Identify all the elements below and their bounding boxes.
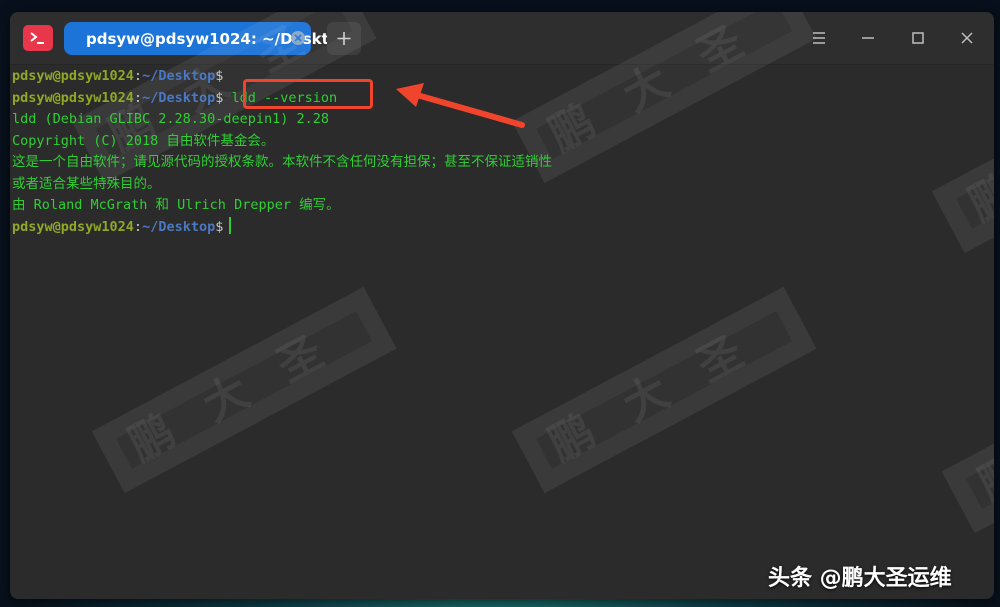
annotation-arrow-icon: [396, 83, 525, 128]
output-line: 由 Roland McGrath 和 Ulrich Drepper 编写。: [12, 197, 340, 213]
prompt-user: pdsyw@pdsyw1024: [12, 89, 134, 106]
output-line: ldd (Debian GLIBC 2.28.30-deepin1) 2.28: [12, 111, 329, 127]
credit-text: 头条 @鹏大圣运维: [768, 566, 952, 591]
prompt-colon: :: [133, 68, 143, 84]
watermark: 鹏大圣: [941, 326, 994, 533]
minimize-icon[interactable]: [856, 26, 880, 50]
terminal-area[interactable]: 鹏大圣 鹏大圣 鹏大圣 鹏大圣 鹏大圣 鹏大圣 pdsyw@pdsyw1024:…: [10, 12, 994, 599]
maximize-icon[interactable]: [906, 26, 930, 50]
output-line: 或者适合某些特殊目的。: [12, 175, 161, 192]
prompt-colon: :: [133, 89, 143, 106]
prompt-user: pdsyw@pdsyw1024: [12, 68, 134, 84]
watermark: 鹏大圣: [931, 46, 994, 253]
terminal-window: pdsyw@pdsyw1024: ~/Desktop 鹏大圣 鹏大圣 鹏大圣 鹏…: [10, 12, 994, 599]
prompt-path: ~/Desktop: [142, 68, 216, 84]
close-icon[interactable]: [955, 26, 979, 50]
annotation-highlight-box: [243, 79, 373, 109]
text-cursor: [229, 216, 232, 234]
watermark: 鹏大圣: [91, 286, 397, 493]
prompt-line: pdsyw@pdsyw1024:~/Desktop$: [12, 216, 232, 239]
output-line: Copyright (C) 2018 自由软件基金会。: [12, 132, 275, 149]
prompt-path: ~/Desktop: [142, 218, 216, 235]
titlebar: pdsyw@pdsyw1024: ~/Desktop: [10, 12, 994, 65]
prompt-line: pdsyw@pdsyw1024:~/Desktop$: [12, 66, 223, 88]
terminal-icon[interactable]: [23, 25, 53, 51]
watermark: 鹏大圣: [511, 286, 817, 493]
prompt-user: pdsyw@pdsyw1024: [12, 218, 134, 235]
prompt-dollar: $: [215, 218, 224, 235]
prompt-colon: :: [133, 218, 143, 235]
prompt-dollar: $: [215, 89, 224, 106]
prompt-path: ~/Desktop: [142, 89, 216, 106]
prompt-dollar: $: [215, 68, 224, 84]
output-line: 这是一个自由软件；请见源代码的授权条款。本软件不含任何没有担保；甚至不保证适销性: [12, 154, 552, 170]
